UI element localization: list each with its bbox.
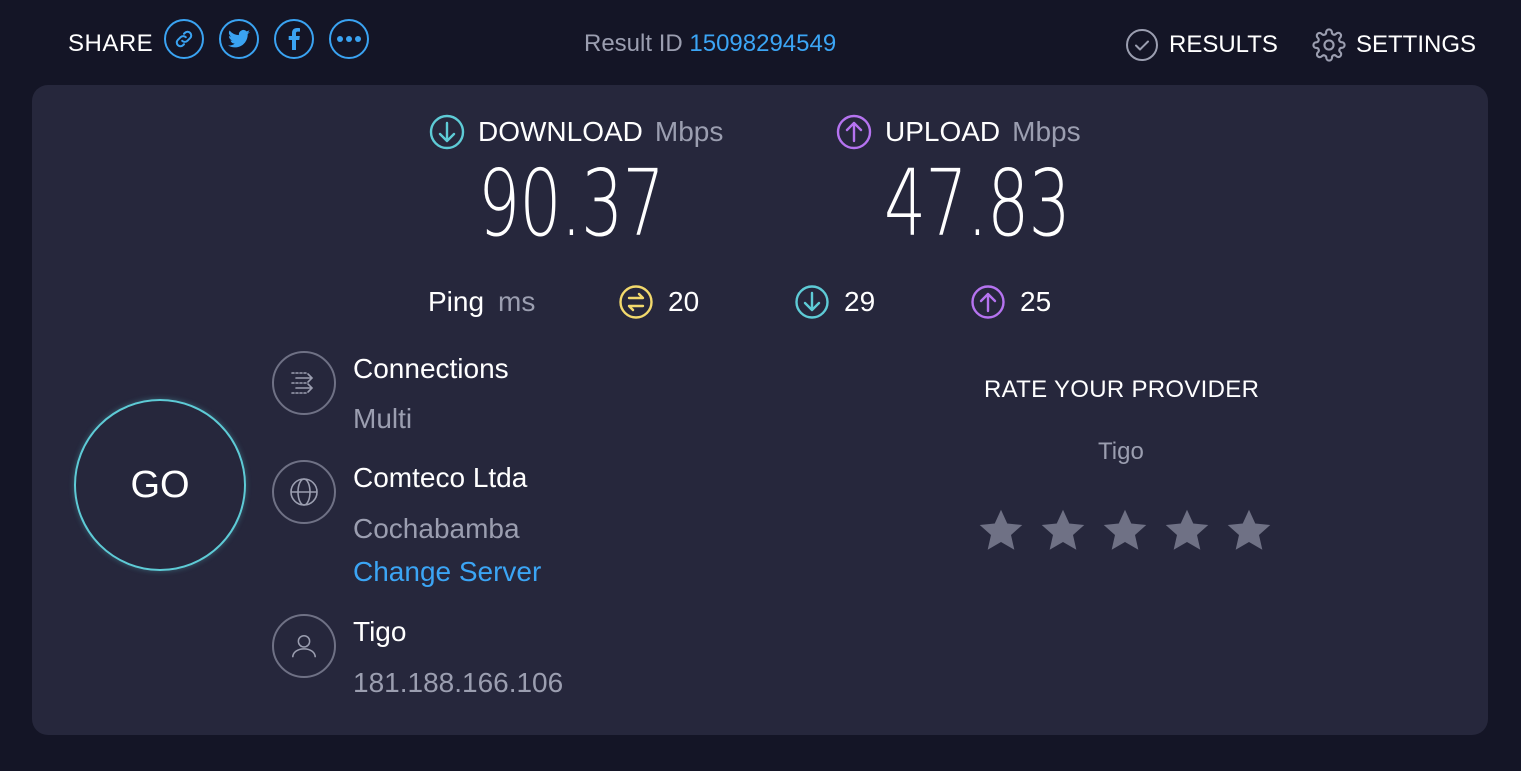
star-1-icon[interactable] (976, 506, 1026, 556)
gear-icon (1312, 28, 1346, 62)
top-bar: SHARE Result ID 15098294549 RESULTS SETT… (0, 0, 1521, 85)
more-icon (337, 36, 361, 42)
settings-nav[interactable]: SETTINGS (1312, 28, 1476, 62)
upload-latency-icon (971, 285, 1005, 319)
ping-upload: 25 (970, 284, 1051, 320)
share-link-button[interactable] (164, 19, 204, 59)
check-circle-icon (1126, 29, 1158, 61)
share-more-button[interactable] (329, 19, 369, 59)
provider-name: Tigo (353, 616, 407, 647)
ping-download: 29 (794, 284, 875, 320)
download-unit: Mbps (654, 116, 724, 147)
ping-idle-value: 20 (668, 286, 700, 317)
upload-arrow-icon (836, 114, 872, 150)
star-4-icon[interactable] (1162, 506, 1212, 556)
link-icon (175, 30, 193, 48)
provider-ip: 181.188.166.106 (353, 667, 564, 698)
share-facebook-button[interactable] (274, 19, 314, 59)
upload-value: 47.83 (884, 150, 1071, 257)
connections-value: Multi (353, 403, 413, 434)
result-id-link[interactable]: 15098294549 (689, 30, 836, 57)
upload-unit: Mbps (1012, 116, 1081, 147)
globe-icon (290, 478, 318, 506)
go-button[interactable]: GO (74, 399, 246, 571)
ping-unit: ms (498, 286, 536, 317)
ping-download-value: 29 (844, 286, 876, 317)
download-arrow-icon (429, 114, 465, 150)
settings-label: SETTINGS (1356, 31, 1477, 58)
star-rating (976, 506, 1274, 556)
result-id: Result ID 15098294549 (584, 30, 836, 58)
user-icon (292, 634, 316, 658)
result-id-label: Result ID (584, 30, 683, 57)
rate-provider-name: Tigo (1098, 438, 1144, 465)
result-panel (32, 85, 1488, 735)
ping-label: Ping (428, 286, 485, 317)
upload-metric: UPLOAD Mbps (835, 113, 1081, 151)
rate-provider-title: RATE YOUR PROVIDER (984, 376, 1260, 403)
results-label: RESULTS (1169, 31, 1278, 58)
change-server-link[interactable]: Change Server (353, 556, 541, 588)
ping-label-group: Ping ms (428, 286, 535, 318)
upload-header: UPLOAD Mbps (835, 113, 1081, 151)
download-latency-icon (795, 285, 829, 319)
facebook-icon (288, 28, 300, 50)
ping-idle: 20 (618, 284, 699, 320)
download-label: DOWNLOAD (478, 116, 643, 147)
server-location: Cochabamba (353, 513, 520, 544)
server-icon-wrap (272, 460, 336, 524)
download-value: 90.37 (478, 150, 665, 257)
connections-title: Connections (353, 353, 509, 384)
server-name: Comteco Ltda (353, 462, 528, 493)
download-header: DOWNLOAD Mbps (428, 113, 723, 151)
star-2-icon[interactable] (1038, 506, 1088, 556)
share-twitter-button[interactable] (219, 19, 259, 59)
download-metric: DOWNLOAD Mbps (428, 113, 723, 151)
star-5-icon[interactable] (1224, 506, 1274, 556)
upload-label: UPLOAD (885, 116, 1001, 147)
share-label: SHARE (68, 30, 154, 57)
ping-upload-value: 25 (1020, 286, 1052, 317)
star-3-icon[interactable] (1100, 506, 1150, 556)
twitter-icon (228, 29, 250, 48)
connections-icon-wrap (272, 351, 336, 415)
connections-icon (291, 372, 314, 394)
idle-latency-icon (619, 285, 653, 319)
results-nav[interactable]: RESULTS (1125, 28, 1278, 62)
provider-icon-wrap (272, 614, 336, 678)
